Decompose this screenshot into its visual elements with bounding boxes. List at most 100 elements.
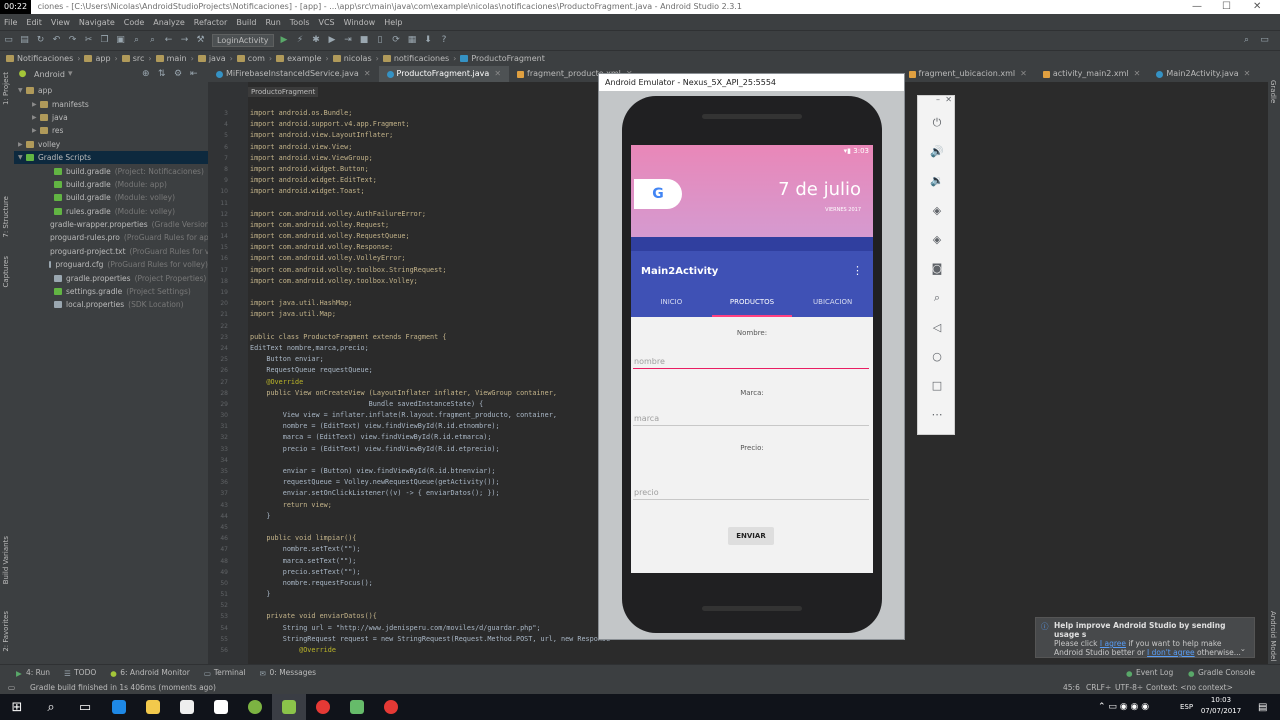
- code-line[interactable]: import com.android.volley.VolleyError;: [250, 253, 610, 264]
- find-icon[interactable]: ⌕: [132, 36, 141, 45]
- open-folder-icon[interactable]: ▭: [4, 36, 13, 45]
- code-line[interactable]: nombre.setText("");: [250, 544, 610, 555]
- menu-code[interactable]: Code: [124, 18, 144, 27]
- project-structure-icon[interactable]: ▦: [408, 36, 417, 45]
- collapse-icon[interactable]: ⇅: [158, 69, 166, 79]
- captures-tool-tab[interactable]: Captures: [2, 256, 10, 287]
- code-line[interactable]: enviar.setOnClickListener((v) -> { envia…: [250, 488, 610, 499]
- start-button[interactable]: ⊞: [0, 694, 34, 720]
- precio-field[interactable]: precio: [633, 488, 869, 500]
- edge-button[interactable]: [102, 694, 136, 720]
- volume-up-icon[interactable]: 🔊: [918, 145, 956, 158]
- editor-tab[interactable]: activity_main2.xml ✕: [1035, 66, 1149, 82]
- breadcrumb-item[interactable]: src: [121, 54, 144, 63]
- minimize-button[interactable]: —: [1192, 0, 1202, 14]
- zoom-icon[interactable]: ⌕: [918, 291, 956, 305]
- menu-run[interactable]: Run: [265, 18, 280, 27]
- code-line[interactable]: requestQueue = Volley.newRequestQueue(ge…: [250, 477, 610, 488]
- menu-refactor[interactable]: Refactor: [194, 18, 228, 27]
- layout-icon[interactable]: ▭: [1260, 36, 1269, 45]
- close-button[interactable]: ✕: [1253, 0, 1261, 14]
- run-config-select[interactable]: LoginActivity: [212, 34, 274, 47]
- search-taskbar-button[interactable]: ⌕: [34, 694, 68, 720]
- project-view-select[interactable]: Android: [34, 70, 65, 79]
- search-icon[interactable]: ⌕: [1242, 36, 1251, 45]
- close-tab-icon[interactable]: ✕: [1244, 66, 1251, 82]
- code-line[interactable]: public View onCreateView (LayoutInflater…: [250, 388, 610, 399]
- code-line[interactable]: import java.util.Map;: [250, 309, 610, 320]
- code-line[interactable]: import android.support.v4.app.Fragment;: [250, 119, 610, 130]
- overflow-menu-icon[interactable]: ⋮: [852, 264, 863, 277]
- emulator-taskbar-button[interactable]: [340, 694, 374, 720]
- menu-analyze[interactable]: Analyze: [153, 18, 185, 27]
- target-icon[interactable]: ⊕: [142, 69, 150, 79]
- tree-item[interactable]: ▶ manifests: [14, 97, 208, 110]
- code-line[interactable]: import com.android.volley.AuthFailureErr…: [250, 209, 610, 220]
- expand-arrow-icon[interactable]: ▶: [32, 127, 40, 134]
- back-nav-icon[interactable]: ◁: [918, 321, 956, 334]
- code-line[interactable]: import android.view.ViewGroup;: [250, 153, 610, 164]
- chevron-down-icon[interactable]: ▾: [68, 69, 73, 79]
- rotate-left-icon[interactable]: ◈: [918, 204, 956, 217]
- tree-item[interactable]: rules.gradle (Module: volley): [14, 205, 208, 218]
- tree-item[interactable]: local.properties (SDK Location): [14, 298, 208, 311]
- code-text[interactable]: import android.os.Bundle; import android.…: [250, 108, 610, 656]
- language-indicator[interactable]: ESP: [1180, 703, 1193, 711]
- editor-tab[interactable]: MiFirebaseInstanceIdService.java ✕: [208, 66, 379, 82]
- code-line[interactable]: import android.widget.EditText;: [250, 175, 610, 186]
- back-icon[interactable]: ←: [164, 36, 173, 45]
- clock-time[interactable]: 10:03: [1203, 696, 1239, 704]
- breadcrumb-item[interactable]: com: [236, 54, 265, 63]
- code-line[interactable]: import android.widget.Button;: [250, 164, 610, 175]
- menu-file[interactable]: File: [4, 18, 17, 27]
- structure-tool-tab[interactable]: 7: Structure: [2, 196, 10, 238]
- tree-item[interactable]: build.gradle (Module: volley): [14, 191, 208, 204]
- status-toggle-icon[interactable]: ▭: [8, 683, 15, 692]
- make-project-icon[interactable]: ⚒: [196, 36, 205, 45]
- paste-icon[interactable]: ▣: [116, 36, 125, 45]
- code-line[interactable]: Button enviar;: [250, 354, 610, 365]
- expand-arrow-icon[interactable]: ▶: [18, 141, 26, 148]
- code-line[interactable]: import android.view.LayoutInflater;: [250, 130, 610, 141]
- explorer-button[interactable]: [136, 694, 170, 720]
- more-icon[interactable]: ⋯: [918, 408, 956, 421]
- close-tab-icon[interactable]: ✕: [1134, 66, 1141, 82]
- tree-item[interactable]: build.gradle (Project: Notificaciones): [14, 164, 208, 177]
- copy-icon[interactable]: ❐: [100, 36, 109, 45]
- cut-icon[interactable]: ✂: [84, 36, 93, 45]
- menu-build[interactable]: Build: [236, 18, 256, 27]
- coverage-icon[interactable]: ▶: [328, 36, 337, 45]
- chrome-button[interactable]: [306, 694, 340, 720]
- android-monitor-button[interactable]: ● 6: Android Monitor: [110, 668, 190, 678]
- code-line[interactable]: nombre.requestFocus();: [250, 578, 610, 589]
- run-icon[interactable]: ▶: [280, 36, 289, 45]
- code-line[interactable]: private void enviarDatos(){: [250, 611, 610, 622]
- breadcrumb-item[interactable]: Notificaciones: [6, 54, 73, 63]
- code-line[interactable]: nombre = (EditText) view.findViewById(R.…: [250, 421, 610, 432]
- editor-breadcrumb[interactable]: ProductoFragment: [248, 87, 319, 97]
- hide-icon[interactable]: ⇤: [190, 69, 198, 79]
- tree-item[interactable]: ▼ Gradle Scripts: [14, 150, 208, 165]
- build-variants-tool-tab[interactable]: Build Variants: [2, 536, 10, 584]
- disagree-link[interactable]: I don't agree: [1147, 648, 1195, 657]
- code-line[interactable]: [250, 287, 610, 298]
- undo-icon[interactable]: ↶: [52, 36, 61, 45]
- messages-button[interactable]: ✉ 0: Messages: [260, 668, 316, 678]
- expand-arrow-icon[interactable]: ▶: [32, 101, 40, 108]
- code-line[interactable]: import com.android.volley.RequestQueue;: [250, 231, 610, 242]
- code-line[interactable]: precio.setText("");: [250, 567, 610, 578]
- code-line[interactable]: @Override: [250, 645, 610, 656]
- apply-changes-icon[interactable]: ⚡: [296, 36, 305, 45]
- stop-icon[interactable]: ■: [360, 36, 369, 45]
- tree-item[interactable]: gradle.properties (Project Properties): [14, 271, 208, 284]
- code-line[interactable]: EditText nombre,marca,precio;: [250, 343, 610, 354]
- code-line[interactable]: [250, 600, 610, 611]
- code-line[interactable]: View view = inflater.inflate(R.layout.fr…: [250, 410, 610, 421]
- android-model-tool-tab[interactable]: Android Model: [1269, 611, 1277, 661]
- gradle-tool-tab[interactable]: Gradle: [1269, 80, 1277, 103]
- enviar-button[interactable]: ENVIAR: [728, 527, 774, 545]
- rotate-right-icon[interactable]: ◈: [918, 233, 956, 246]
- tab-ubicacion[interactable]: UBICACION: [792, 287, 873, 317]
- tree-item[interactable]: proguard-project.txt (ProGuard Rules for …: [14, 245, 208, 258]
- file-encoding[interactable]: UTF-8÷: [1115, 683, 1143, 692]
